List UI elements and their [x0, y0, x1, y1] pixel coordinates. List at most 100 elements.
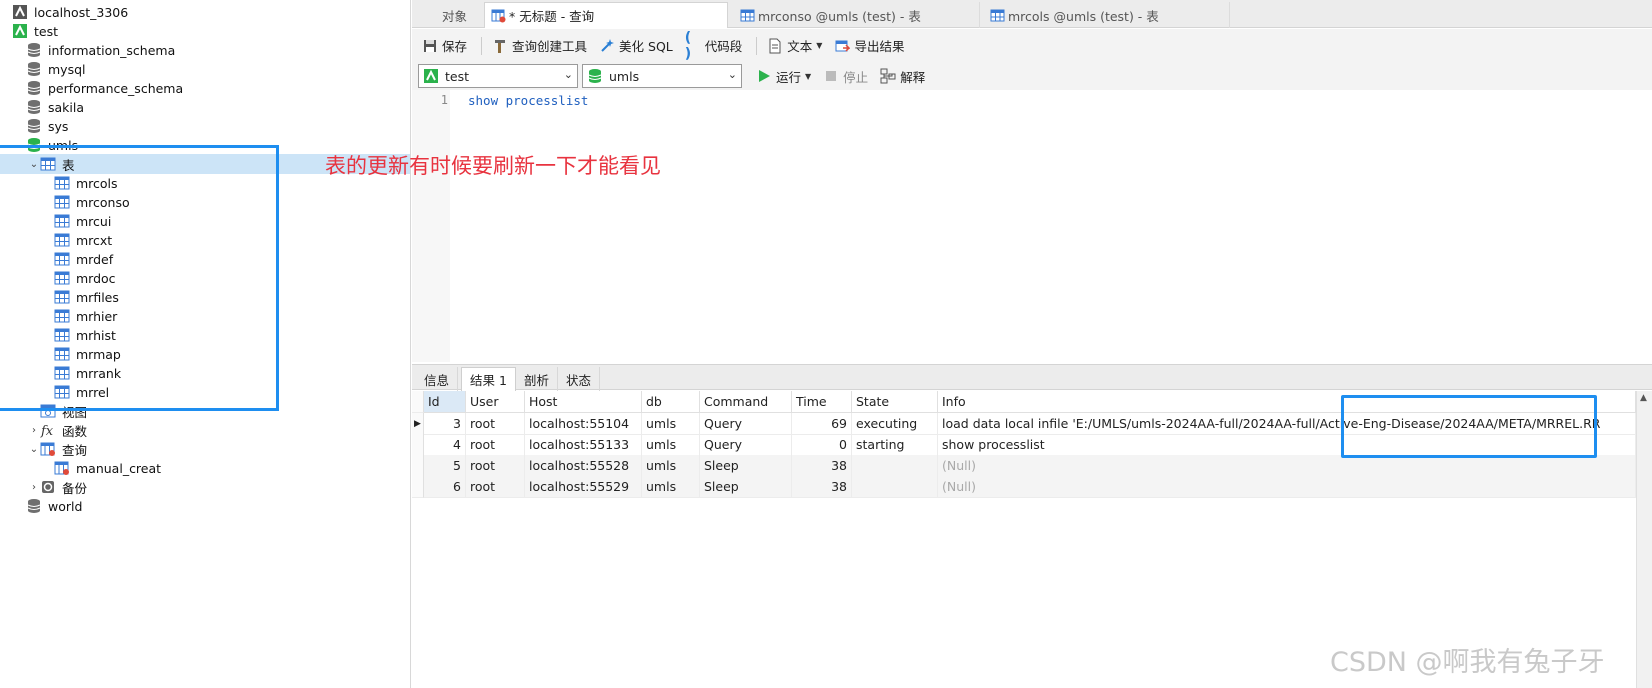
- text-button[interactable]: 文本 ▼: [763, 34, 826, 58]
- table-cell[interactable]: 38: [792, 455, 852, 477]
- tab-mrconso-label: mrconso @umls (test) - 表: [758, 8, 921, 24]
- table-cell[interactable]: [852, 455, 938, 477]
- table-cell[interactable]: umls: [642, 476, 700, 498]
- tree-item[interactable]: manual_creat: [0, 458, 410, 478]
- tab-query[interactable]: * 无标题 - 查询: [484, 2, 728, 28]
- tree-item[interactable]: › 备份: [0, 477, 410, 497]
- database-icon: [26, 42, 42, 58]
- export-results-button[interactable]: 导出结果: [830, 34, 908, 58]
- table-cell[interactable]: root: [466, 476, 525, 498]
- function-icon: fx: [40, 422, 56, 438]
- tab-objects[interactable]: 对象: [420, 2, 490, 28]
- query-folder-icon: [40, 441, 56, 457]
- column-header[interactable]: Command: [700, 391, 792, 413]
- beautify-sql-button[interactable]: 美化 SQL: [595, 34, 677, 58]
- table-cell[interactable]: Query: [700, 413, 792, 435]
- table-row[interactable]: 5 root localhost:55528 umls Sleep 38 (Null): [412, 455, 1636, 477]
- tree-item[interactable]: mysql: [0, 59, 410, 79]
- chevron-down-icon: ▼: [816, 41, 823, 50]
- tree-item[interactable]: test: [0, 21, 410, 41]
- tab-mrcols-label: mrcols @umls (test) - 表: [1008, 8, 1159, 24]
- table-cell[interactable]: root: [466, 455, 525, 477]
- tree-item[interactable]: › fx 函数: [0, 420, 410, 440]
- tab-mrcols[interactable]: mrcols @umls (test) - 表: [984, 2, 1230, 28]
- table-cell[interactable]: localhost:55104: [525, 413, 642, 435]
- table-cell[interactable]: root: [466, 434, 525, 456]
- tab-objects-label: 对象: [441, 8, 467, 24]
- tree-item[interactable]: sys: [0, 116, 410, 136]
- tree-arrow-spacer: [14, 78, 26, 98]
- table-cell[interactable]: 3: [424, 413, 466, 435]
- table-cell[interactable]: Sleep: [700, 476, 792, 498]
- table-cell[interactable]: umls: [642, 434, 700, 456]
- table-cell[interactable]: executing: [852, 413, 938, 435]
- column-header[interactable]: User: [466, 391, 525, 413]
- tab-mrconso[interactable]: mrconso @umls (test) - 表: [734, 2, 980, 28]
- connection-select[interactable]: test ⌄: [418, 64, 578, 88]
- sql-code-line[interactable]: show processlist: [468, 93, 588, 108]
- table-cell[interactable]: [852, 476, 938, 498]
- table-row[interactable]: 6 root localhost:55529 umls Sleep 38 (Null): [412, 476, 1636, 498]
- run-button[interactable]: 运行 ▼: [752, 64, 815, 88]
- table-cell[interactable]: localhost:55133: [525, 434, 642, 456]
- chevron-right-icon[interactable]: ›: [28, 420, 40, 440]
- table-cell[interactable]: localhost:55529: [525, 476, 642, 498]
- column-header[interactable]: State: [852, 391, 938, 413]
- table-cell[interactable]: 4: [424, 434, 466, 456]
- line-number: 1: [440, 93, 448, 107]
- table-cell[interactable]: 38: [792, 476, 852, 498]
- tree-item[interactable]: performance_schema: [0, 78, 410, 98]
- database-select[interactable]: umls ⌄: [582, 64, 742, 88]
- sql-editor[interactable]: 1 show processlist: [412, 90, 1652, 362]
- tree-item[interactable]: localhost_3306: [0, 2, 410, 22]
- column-header[interactable]: Id: [424, 391, 466, 413]
- table-cell[interactable]: 69: [792, 413, 852, 435]
- chevron-down-icon: ⌄: [563, 68, 573, 81]
- tab-status[interactable]: 状态: [558, 367, 601, 391]
- explain-button[interactable]: 解释: [876, 64, 929, 88]
- tree-item-label: information_schema: [48, 42, 176, 58]
- tree-item[interactable]: sakila: [0, 97, 410, 117]
- query-builder-button[interactable]: 查询创建工具: [488, 34, 591, 58]
- query-icon: [54, 460, 70, 476]
- column-header[interactable]: db: [642, 391, 700, 413]
- code-snippet-button[interactable]: ( ) 代码段: [681, 30, 747, 62]
- vertical-scrollbar[interactable]: ▲: [1636, 391, 1652, 688]
- save-button[interactable]: 保存: [418, 34, 471, 58]
- table-cell[interactable]: 0: [792, 434, 852, 456]
- table-cell[interactable]: 6: [424, 476, 466, 498]
- column-header[interactable]: Host: [525, 391, 642, 413]
- table-cell[interactable]: (Null): [938, 476, 1636, 498]
- magic-wand-icon: [599, 38, 615, 54]
- table-cell[interactable]: 5: [424, 455, 466, 477]
- tab-profile[interactable]: 剖析: [516, 367, 559, 391]
- tree-item[interactable]: ⌄ 查询: [0, 439, 410, 459]
- connection-selector-row: test ⌄ umls ⌄ 运行 ▼ 停止 解释: [412, 62, 1652, 90]
- scroll-up-icon[interactable]: ▲: [1640, 393, 1647, 403]
- tab-info[interactable]: 信息: [416, 367, 459, 391]
- tree-item[interactable]: information_schema: [0, 40, 410, 60]
- table-cell[interactable]: umls: [642, 413, 700, 435]
- tab-result-1[interactable]: 结果 1: [461, 367, 516, 391]
- table-cell[interactable]: Sleep: [700, 455, 792, 477]
- highlight-box-tables: [0, 145, 279, 411]
- watermark: CSDN @啊我有兔子牙: [1330, 647, 1605, 678]
- table-cell[interactable]: (Null): [938, 455, 1636, 477]
- column-header[interactable]: Time: [792, 391, 852, 413]
- chevron-right-icon[interactable]: ›: [28, 477, 40, 497]
- table-icon: [740, 8, 755, 23]
- database-icon: [26, 118, 42, 134]
- table-icon: [990, 8, 1005, 23]
- table-cell[interactable]: Query: [700, 434, 792, 456]
- database-icon: [26, 61, 42, 77]
- table-cell[interactable]: localhost:55528: [525, 455, 642, 477]
- table-cell[interactable]: umls: [642, 455, 700, 477]
- chevron-down-icon[interactable]: ⌄: [28, 439, 40, 459]
- tree-item[interactable]: world: [0, 496, 410, 516]
- table-cell[interactable]: root: [466, 413, 525, 435]
- query-builder-label: 查询创建工具: [512, 39, 588, 54]
- table-cell[interactable]: starting: [852, 434, 938, 456]
- highlight-box-info: [1341, 395, 1597, 458]
- stop-button[interactable]: 停止: [819, 64, 872, 88]
- database-icon: [26, 99, 42, 115]
